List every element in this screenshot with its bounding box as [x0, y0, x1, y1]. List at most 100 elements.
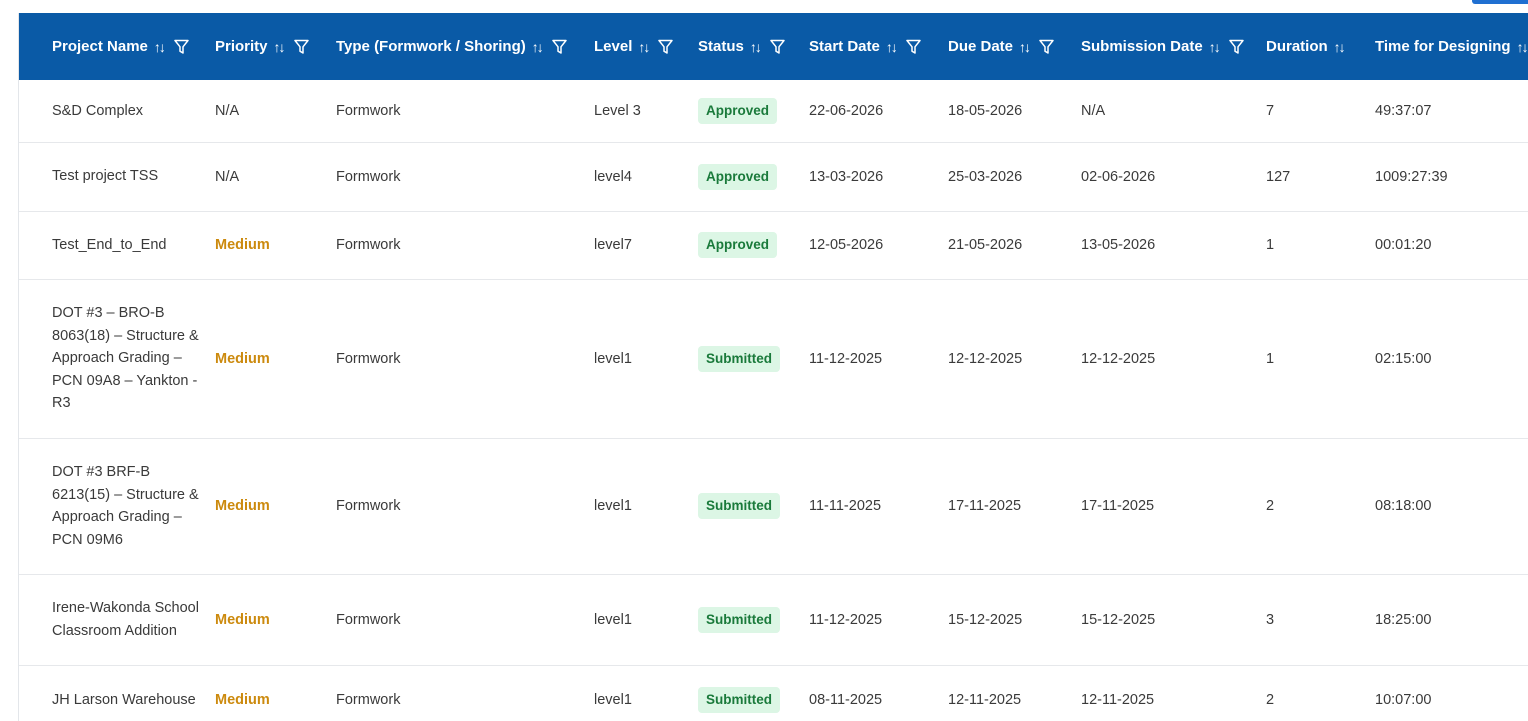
sort-arrows-icon[interactable]: ↑↓ [638, 39, 650, 55]
cell-level: Level 3 [594, 80, 698, 143]
table-row[interactable]: Irene-Wakonda School Classroom Addition M… [19, 574, 1528, 666]
column-header-inner: Level ↑↓ [594, 38, 698, 55]
sort-arrows-icon[interactable]: ↑↓ [532, 39, 544, 55]
cell-status: Approved [698, 80, 809, 143]
column-header-project-name[interactable]: Project Name ↑↓ [19, 13, 215, 80]
cell-due-date: 25-03-2026 [948, 142, 1081, 212]
cell-duration: 2 [1266, 438, 1375, 575]
top-right-button-edge[interactable] [1472, 0, 1528, 4]
status-badge: Submitted [698, 606, 780, 633]
table-header-row: Project Name ↑↓ Priority ↑↓ Type (Formwork /… [19, 13, 1528, 80]
filter-funnel-icon[interactable] [174, 39, 189, 55]
column-header-label: Time for Designing [1375, 38, 1511, 55]
cell-level: level1 [594, 279, 698, 439]
cell-project-name: Irene-Wakonda School Classroom Addition [19, 574, 215, 666]
column-header-label: Status [698, 38, 744, 55]
cell-duration: 127 [1266, 142, 1375, 212]
sort-arrows-icon[interactable]: ↑↓ [886, 39, 898, 55]
column-header-status[interactable]: Status ↑↓ [698, 13, 809, 80]
filter-funnel-icon[interactable] [1228, 39, 1244, 55]
cell-project-name: Test_End_to_End [19, 211, 215, 280]
table-row[interactable]: S&D Complex N/A Formwork Level 3 Approved 22-… [19, 80, 1528, 143]
column-header-due-date[interactable]: Due Date ↑↓ [948, 13, 1081, 80]
cell-level: level1 [594, 438, 698, 575]
cell-project-name: Test project TSS [19, 142, 215, 212]
status-badge: Approved [698, 232, 778, 258]
column-header-label: Due Date [948, 38, 1014, 55]
cell-time-for-designing: 00:01:20 [1375, 211, 1528, 280]
filter-funnel-icon[interactable] [293, 39, 309, 55]
column-header-submission-date[interactable]: Submission Date ↑↓ [1081, 13, 1266, 80]
priority-label: Medium [215, 350, 270, 367]
column-header-time-for-designing[interactable]: Time for Designing ↑↓ [1375, 13, 1528, 80]
column-header-type[interactable]: Type (Formwork / Shoring) ↑↓ [336, 13, 594, 80]
sort-arrows-icon[interactable]: ↑↓ [750, 39, 762, 55]
cell-status: Approved [698, 211, 809, 280]
sort-arrows-icon[interactable]: ↑↓ [154, 39, 166, 55]
filter-funnel-icon[interactable] [551, 39, 567, 55]
cell-status: Submitted [698, 665, 809, 721]
cell-time-for-designing: 08:18:00 [1375, 438, 1528, 575]
column-header-duration[interactable]: Duration ↑↓ [1266, 13, 1375, 80]
table-row[interactable]: JH Larson Warehouse Medium Formwork level1 S… [19, 665, 1528, 721]
cell-due-date: 15-12-2025 [948, 574, 1081, 666]
cell-type: Formwork [336, 142, 594, 212]
filter-funnel-icon[interactable] [658, 39, 674, 55]
column-header-label: Priority [215, 38, 268, 55]
status-badge: Submitted [698, 493, 780, 519]
sort-arrows-icon[interactable]: ↑↓ [274, 39, 286, 55]
column-header-inner: Type (Formwork / Shoring) ↑↓ [336, 38, 594, 55]
column-header-label: Type (Formwork / Shoring) [336, 38, 526, 55]
cell-time-for-designing: 1009:27:39 [1375, 142, 1528, 212]
sort-arrows-icon[interactable]: ↑↓ [1209, 39, 1221, 55]
column-header-start-date[interactable]: Start Date ↑↓ [809, 13, 948, 80]
cell-duration: 2 [1266, 665, 1375, 721]
cell-submission-date: 13-05-2026 [1081, 211, 1266, 280]
table-row[interactable]: DOT #3 – BRO-B 8063(18) – Structure & Ap… [19, 279, 1528, 439]
cell-status: Submitted [698, 574, 809, 666]
cell-time-for-designing: 02:15:00 [1375, 279, 1528, 439]
sort-arrows-icon[interactable]: ↑↓ [1517, 39, 1528, 55]
cell-start-date: 13-03-2026 [809, 142, 948, 212]
status-badge: Submitted [698, 687, 780, 713]
column-header-inner: Project Name ↑↓ [52, 38, 215, 55]
cell-project-name: S&D Complex [19, 80, 215, 143]
table-row[interactable]: Test project TSS N/A Formwork level4 Approve… [19, 142, 1528, 212]
top-strip [0, 0, 1528, 13]
table-row[interactable]: DOT #3 BRF-B 6213(15) – Structure & Appr… [19, 438, 1528, 575]
cell-start-date: 22-06-2026 [809, 80, 948, 143]
cell-due-date: 12-12-2025 [948, 279, 1081, 439]
cell-project-name: JH Larson Warehouse [19, 665, 215, 721]
projects-table-container: Project Name ↑↓ Priority ↑↓ Type (Formwork /… [18, 13, 1528, 721]
filter-funnel-icon[interactable] [770, 39, 785, 55]
projects-table: Project Name ↑↓ Priority ↑↓ Type (Formwork /… [19, 13, 1528, 721]
column-header-label: Submission Date [1081, 38, 1203, 55]
priority-label: Medium [215, 692, 270, 708]
cell-project-name: DOT #3 – BRO-B 8063(18) – Structure & Ap… [19, 279, 215, 439]
table-body: S&D Complex N/A Formwork Level 3 Approved 22-… [19, 80, 1528, 721]
cell-type: Formwork [336, 80, 594, 143]
status-badge: Approved [698, 97, 778, 124]
cell-start-date: 11-11-2025 [809, 438, 948, 575]
cell-priority: Medium [215, 211, 336, 280]
cell-due-date: 17-11-2025 [948, 438, 1081, 575]
sort-arrows-icon[interactable]: ↑↓ [1019, 39, 1031, 55]
column-header-level[interactable]: Level ↑↓ [594, 13, 698, 80]
cell-duration: 3 [1266, 574, 1375, 666]
sort-arrows-icon[interactable]: ↑↓ [1334, 39, 1346, 55]
column-header-inner: Duration ↑↓ [1266, 38, 1375, 55]
cell-duration: 1 [1266, 279, 1375, 439]
filter-funnel-icon[interactable] [1039, 39, 1054, 55]
column-header-inner: Status ↑↓ [698, 38, 809, 55]
cell-priority: N/A [215, 142, 336, 212]
filter-funnel-icon[interactable] [906, 39, 921, 55]
table-row[interactable]: Test_End_to_End Medium Formwork level7 Appro… [19, 211, 1528, 280]
priority-label: Medium [215, 237, 270, 253]
cell-type: Formwork [336, 438, 594, 575]
cell-status: Approved [698, 142, 809, 212]
cell-due-date: 21-05-2026 [948, 211, 1081, 280]
cell-start-date: 08-11-2025 [809, 665, 948, 721]
column-header-priority[interactable]: Priority ↑↓ [215, 13, 336, 80]
column-header-label: Level [594, 38, 633, 55]
cell-level: level7 [594, 211, 698, 280]
